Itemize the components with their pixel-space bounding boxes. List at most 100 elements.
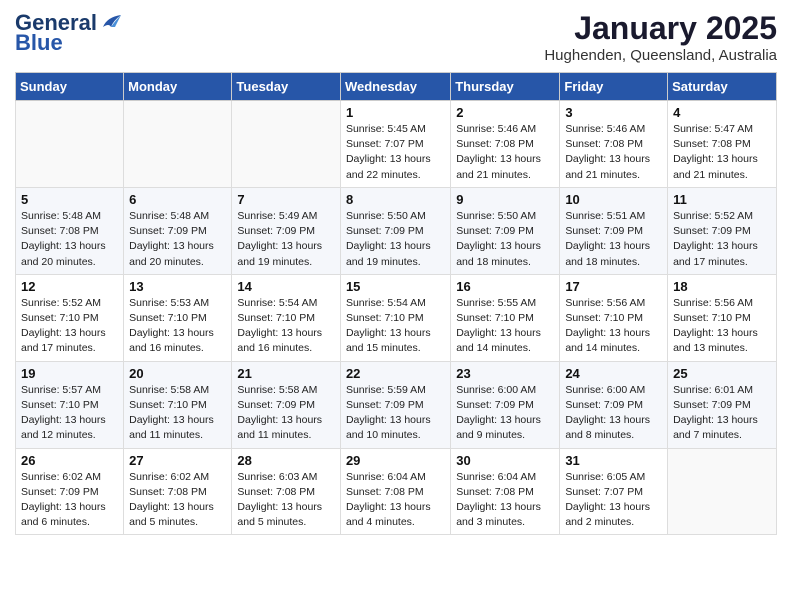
calendar-cell: 4 Sunrise: 5:47 AM Sunset: 7:08 PM Daylig… bbox=[668, 101, 777, 188]
calendar-cell: 10Sunrise: 5:51 AM Sunset: 7:09 PM Dayli… bbox=[560, 187, 668, 274]
day-number: 18 bbox=[673, 279, 771, 294]
day-info: Sunrise: 5:52 AM Sunset: 7:10 PM Dayligh… bbox=[21, 296, 118, 357]
weekday-header-sunday: Sunday bbox=[16, 73, 124, 101]
day-number: 25 bbox=[673, 366, 771, 381]
calendar-cell: 22 Sunrise: 5:59 AM Sunset: 7:09 PM Dayli… bbox=[340, 361, 450, 448]
calendar-cell: 20 Sunrise: 5:58 AM Sunset: 7:10 PM Dayli… bbox=[124, 361, 232, 448]
day-info: Sunrise: 6:00 AM Sunset: 7:09 PM Dayligh… bbox=[565, 383, 662, 444]
weekday-header-tuesday: Tuesday bbox=[232, 73, 341, 101]
weekday-header-friday: Friday bbox=[560, 73, 668, 101]
day-number: 28 bbox=[237, 453, 335, 468]
day-info: Sunrise: 5:54 AM Sunset: 7:10 PM Dayligh… bbox=[346, 296, 445, 357]
day-number: 13 bbox=[129, 279, 226, 294]
day-number: 4 bbox=[673, 105, 771, 120]
location: Hughenden, Queensland, Australia bbox=[544, 47, 777, 64]
day-number: 30 bbox=[456, 453, 554, 468]
calendar-cell: 27Sunrise: 6:02 AM Sunset: 7:08 PM Dayli… bbox=[124, 448, 232, 535]
weekday-header-wednesday: Wednesday bbox=[340, 73, 450, 101]
calendar-cell: 29 Sunrise: 6:04 AM Sunset: 7:08 PM Dayli… bbox=[340, 448, 450, 535]
day-info: Sunrise: 5:58 AM Sunset: 7:10 PM Dayligh… bbox=[129, 383, 226, 444]
day-info: Sunrise: 6:02 AM Sunset: 7:09 PM Dayligh… bbox=[21, 470, 118, 531]
logo: General Blue bbox=[15, 10, 121, 56]
day-info: Sunrise: 6:05 AM Sunset: 7:07 PM Dayligh… bbox=[565, 470, 662, 531]
day-number: 2 bbox=[456, 105, 554, 120]
day-number: 20 bbox=[129, 366, 226, 381]
day-info: Sunrise: 6:03 AM Sunset: 7:08 PM Dayligh… bbox=[237, 470, 335, 531]
calendar-cell: 9Sunrise: 5:50 AM Sunset: 7:09 PM Daylig… bbox=[451, 187, 560, 274]
calendar-cell: 25 Sunrise: 6:01 AM Sunset: 7:09 PM Dayli… bbox=[668, 361, 777, 448]
day-info: Sunrise: 5:48 AM Sunset: 7:09 PM Dayligh… bbox=[129, 209, 226, 270]
day-number: 17 bbox=[565, 279, 662, 294]
day-number: 31 bbox=[565, 453, 662, 468]
day-number: 24 bbox=[565, 366, 662, 381]
day-info: Sunrise: 6:04 AM Sunset: 7:08 PM Dayligh… bbox=[346, 470, 445, 531]
day-info: Sunrise: 5:55 AM Sunset: 7:10 PM Dayligh… bbox=[456, 296, 554, 357]
day-info: Sunrise: 5:57 AM Sunset: 7:10 PM Dayligh… bbox=[21, 383, 118, 444]
day-number: 8 bbox=[346, 192, 445, 207]
calendar-cell: 12Sunrise: 5:52 AM Sunset: 7:10 PM Dayli… bbox=[16, 274, 124, 361]
calendar-cell: 8 Sunrise: 5:50 AM Sunset: 7:09 PM Daylig… bbox=[340, 187, 450, 274]
calendar-cell: 28 Sunrise: 6:03 AM Sunset: 7:08 PM Dayli… bbox=[232, 448, 341, 535]
day-number: 1 bbox=[346, 105, 445, 120]
day-info: Sunrise: 5:56 AM Sunset: 7:10 PM Dayligh… bbox=[673, 296, 771, 357]
day-number: 3 bbox=[565, 105, 662, 120]
calendar-cell: 3 Sunrise: 5:46 AM Sunset: 7:08 PM Daylig… bbox=[560, 101, 668, 188]
day-number: 6 bbox=[129, 192, 226, 207]
calendar-cell: 31 Sunrise: 6:05 AM Sunset: 7:07 PM Dayli… bbox=[560, 448, 668, 535]
calendar-cell bbox=[16, 101, 124, 188]
day-info: Sunrise: 5:45 AM Sunset: 7:07 PM Dayligh… bbox=[346, 122, 445, 183]
calendar-cell: 17 Sunrise: 5:56 AM Sunset: 7:10 PM Dayli… bbox=[560, 274, 668, 361]
calendar-cell: 26 Sunrise: 6:02 AM Sunset: 7:09 PM Dayli… bbox=[16, 448, 124, 535]
day-number: 22 bbox=[346, 366, 445, 381]
day-number: 9 bbox=[456, 192, 554, 207]
logo-bird-icon bbox=[99, 13, 121, 31]
weekday-header-monday: Monday bbox=[124, 73, 232, 101]
calendar-cell: 24 Sunrise: 6:00 AM Sunset: 7:09 PM Dayli… bbox=[560, 361, 668, 448]
day-number: 7 bbox=[237, 192, 335, 207]
calendar-cell: 11 Sunrise: 5:52 AM Sunset: 7:09 PM Dayli… bbox=[668, 187, 777, 274]
day-info: Sunrise: 6:02 AM Sunset: 7:08 PM Dayligh… bbox=[129, 470, 226, 531]
day-info: Sunrise: 5:53 AM Sunset: 7:10 PM Dayligh… bbox=[129, 296, 226, 357]
calendar-cell: 21Sunrise: 5:58 AM Sunset: 7:09 PM Dayli… bbox=[232, 361, 341, 448]
calendar-cell: 23Sunrise: 6:00 AM Sunset: 7:09 PM Dayli… bbox=[451, 361, 560, 448]
calendar-cell: 14 Sunrise: 5:54 AM Sunset: 7:10 PM Dayli… bbox=[232, 274, 341, 361]
calendar-cell: 19Sunrise: 5:57 AM Sunset: 7:10 PM Dayli… bbox=[16, 361, 124, 448]
calendar-cell bbox=[232, 101, 341, 188]
day-number: 11 bbox=[673, 192, 771, 207]
day-number: 15 bbox=[346, 279, 445, 294]
day-info: Sunrise: 5:59 AM Sunset: 7:09 PM Dayligh… bbox=[346, 383, 445, 444]
day-info: Sunrise: 6:01 AM Sunset: 7:09 PM Dayligh… bbox=[673, 383, 771, 444]
calendar-cell: 7 Sunrise: 5:49 AM Sunset: 7:09 PM Daylig… bbox=[232, 187, 341, 274]
calendar-table: SundayMondayTuesdayWednesdayThursdayFrid… bbox=[15, 72, 777, 535]
title-block: January 2025 Hughenden, Queensland, Aust… bbox=[544, 10, 777, 64]
day-number: 5 bbox=[21, 192, 118, 207]
calendar-cell: 1 Sunrise: 5:45 AM Sunset: 7:07 PM Daylig… bbox=[340, 101, 450, 188]
logo-blue: Blue bbox=[15, 30, 63, 56]
day-info: Sunrise: 5:58 AM Sunset: 7:09 PM Dayligh… bbox=[237, 383, 335, 444]
calendar-cell: 6 Sunrise: 5:48 AM Sunset: 7:09 PM Daylig… bbox=[124, 187, 232, 274]
page-header: General Blue January 2025 Hughenden, Que… bbox=[15, 10, 777, 64]
day-info: Sunrise: 5:54 AM Sunset: 7:10 PM Dayligh… bbox=[237, 296, 335, 357]
day-number: 29 bbox=[346, 453, 445, 468]
day-info: Sunrise: 5:50 AM Sunset: 7:09 PM Dayligh… bbox=[346, 209, 445, 270]
calendar-cell: 5 Sunrise: 5:48 AM Sunset: 7:08 PM Daylig… bbox=[16, 187, 124, 274]
weekday-header-saturday: Saturday bbox=[668, 73, 777, 101]
day-info: Sunrise: 5:52 AM Sunset: 7:09 PM Dayligh… bbox=[673, 209, 771, 270]
day-info: Sunrise: 5:56 AM Sunset: 7:10 PM Dayligh… bbox=[565, 296, 662, 357]
day-number: 26 bbox=[21, 453, 118, 468]
day-info: Sunrise: 5:47 AM Sunset: 7:08 PM Dayligh… bbox=[673, 122, 771, 183]
day-number: 23 bbox=[456, 366, 554, 381]
calendar-cell bbox=[668, 448, 777, 535]
day-info: Sunrise: 6:04 AM Sunset: 7:08 PM Dayligh… bbox=[456, 470, 554, 531]
day-number: 16 bbox=[456, 279, 554, 294]
calendar-cell: 13 Sunrise: 5:53 AM Sunset: 7:10 PM Dayli… bbox=[124, 274, 232, 361]
day-info: Sunrise: 5:48 AM Sunset: 7:08 PM Dayligh… bbox=[21, 209, 118, 270]
calendar-cell bbox=[124, 101, 232, 188]
day-info: Sunrise: 5:46 AM Sunset: 7:08 PM Dayligh… bbox=[456, 122, 554, 183]
calendar-cell: 16 Sunrise: 5:55 AM Sunset: 7:10 PM Dayli… bbox=[451, 274, 560, 361]
day-info: Sunrise: 5:49 AM Sunset: 7:09 PM Dayligh… bbox=[237, 209, 335, 270]
day-info: Sunrise: 5:51 AM Sunset: 7:09 PM Dayligh… bbox=[565, 209, 662, 270]
calendar-cell: 18 Sunrise: 5:56 AM Sunset: 7:10 PM Dayli… bbox=[668, 274, 777, 361]
day-info: Sunrise: 5:46 AM Sunset: 7:08 PM Dayligh… bbox=[565, 122, 662, 183]
day-number: 14 bbox=[237, 279, 335, 294]
